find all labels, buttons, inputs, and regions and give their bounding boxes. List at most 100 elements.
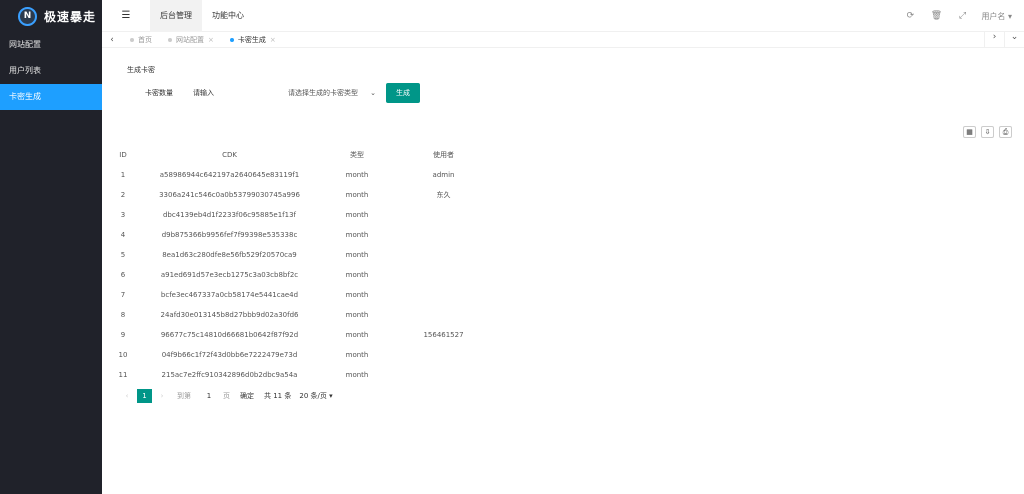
cell-cdk: 24afd30e013145b8d27bbb9d02a30fd6 xyxy=(160,311,299,319)
tab-admin[interactable]: 后台管理 xyxy=(150,0,202,32)
cell-id: 8 xyxy=(120,311,126,319)
chevron-down-icon: ▾ xyxy=(1007,11,1012,21)
cell-cdk: 215ac7e2ffc910342896d0b2dbc9a54a xyxy=(161,371,298,379)
page-tab-label: 网站配置 xyxy=(176,35,204,44)
cell-id: 7 xyxy=(120,291,126,299)
tab-dot xyxy=(130,37,134,42)
pagination: ‹ 1 › 到第 1 页 确定 共 11 条 20 条/页 ▾ xyxy=(120,389,333,403)
table-row[interactable]: 3 dbc4139eb4d1f2233f06c95885e1f13f month xyxy=(114,205,500,225)
type-select-placeholder: 请选择生成的卡密类型 xyxy=(288,89,358,97)
columns-icon[interactable]: ▦ xyxy=(963,126,976,138)
cell-type: month xyxy=(345,351,369,359)
cell-user xyxy=(387,285,500,305)
page-tab-site-config[interactable]: 网站配置 × xyxy=(160,32,222,48)
page-tab-home[interactable]: 首页 xyxy=(122,32,160,48)
sidebar-item-card-generate[interactable]: 卡密生成 xyxy=(0,84,102,110)
refresh-icon[interactable]: ⟳ xyxy=(897,11,923,21)
table-toolbar: ▦ ⇩ ⎙ xyxy=(963,126,1012,138)
goto-page-input[interactable]: 1 xyxy=(199,392,219,400)
logo-text: 极速暴走 xyxy=(44,9,97,24)
cell-type: month xyxy=(345,331,369,339)
sidebar-item-user-list[interactable]: 用户列表 xyxy=(0,58,102,84)
table-row[interactable]: 6 a91ed691d57e3ecb1275c3a03cb8bf2c month xyxy=(114,265,500,285)
table-row[interactable]: 9 96677c75c14810d66681b0642f87f92d month 15… xyxy=(114,325,500,345)
cell-type: month xyxy=(345,171,369,179)
cell-user xyxy=(387,245,500,265)
table-row[interactable]: 5 8ea1d63c280dfe8e56fb529f20570ca9 month xyxy=(114,245,500,265)
cell-cdk: 3306a241c546c0a0b53799030745a996 xyxy=(159,191,300,199)
goto-label: 到第 xyxy=(177,392,191,400)
prev-page-icon[interactable]: ‹ xyxy=(120,392,134,400)
count-input[interactable]: 请输入 xyxy=(193,83,288,103)
table-row[interactable]: 8 24afd30e013145b8d27bbb9d02a30fd6 month xyxy=(114,305,500,325)
cell-user xyxy=(387,345,500,365)
cell-id: 1 xyxy=(120,171,126,179)
table-row[interactable]: 11 215ac7e2ffc910342896d0b2dbc9a54a month xyxy=(114,365,500,385)
chevron-down-icon: ⌄ xyxy=(370,89,376,97)
cell-id: 6 xyxy=(120,271,126,279)
table-row[interactable]: 10 04f9b66c1f72f43d0bb6e7222479e73d month xyxy=(114,345,500,365)
caret-down-icon: ▾ xyxy=(329,392,333,400)
export-icon[interactable]: ⇩ xyxy=(981,126,994,138)
close-icon[interactable]: × xyxy=(270,36,276,44)
col-cdk[interactable]: CDK xyxy=(132,145,327,165)
cell-user: 156461527 xyxy=(423,331,464,339)
print-icon[interactable]: ⎙ xyxy=(999,126,1012,138)
cell-user xyxy=(387,265,500,285)
logo[interactable]: N 极速暴走 xyxy=(0,0,102,32)
page-unit-label: 页 xyxy=(223,392,230,400)
cell-cdk: 04f9b66c1f72f43d0bb6e7222479e73d xyxy=(161,351,298,359)
page-tab-label: 卡密生成 xyxy=(237,35,266,44)
top-header: ☰ 后台管理 功能中心 ⟳ 🗑 ⤢ 用户名 ▾ xyxy=(102,0,1024,32)
fullscreen-icon[interactable]: ⤢ xyxy=(949,11,975,21)
cell-cdk: d9b875366b9956fef7f99398e535338c xyxy=(161,231,298,239)
sidebar-item-site-config[interactable]: 网站配置 xyxy=(0,32,102,58)
cell-type: month xyxy=(345,271,369,279)
cell-id: 9 xyxy=(120,331,126,339)
table-row[interactable]: 2 3306a241c546c0a0b53799030745a996 month 东久 xyxy=(114,185,500,205)
tabs-prev-icon[interactable]: ‹ xyxy=(102,35,122,45)
cell-id: 2 xyxy=(120,191,126,199)
cell-id: 10 xyxy=(118,351,128,359)
cell-cdk: a58986944c642197a2640645e83119f1 xyxy=(159,171,300,179)
page-current[interactable]: 1 xyxy=(137,389,152,403)
trash-icon[interactable]: 🗑 xyxy=(923,11,949,21)
col-type[interactable]: 类型 xyxy=(327,145,387,165)
username: 用户名 xyxy=(981,11,1006,21)
cell-id: 3 xyxy=(120,211,126,219)
main-content: 生成卡密 卡密数量 请输入 请选择生成的卡密类型 ⌄ 生成 ▦ ⇩ ⎙ ID CD… xyxy=(102,48,1024,494)
page-size-label: 20 条/页 xyxy=(299,392,327,400)
table-row[interactable]: 4 d9b875366b9956fef7f99398e535338c month xyxy=(114,225,500,245)
cell-user: 东久 xyxy=(436,191,451,199)
count-label: 卡密数量 xyxy=(145,89,173,97)
page-size-select[interactable]: 20 条/页 ▾ xyxy=(299,391,332,401)
next-page-icon[interactable]: › xyxy=(155,392,169,400)
table-header-row: ID CDK 类型 使用者 xyxy=(114,145,500,165)
tab-features[interactable]: 功能中心 xyxy=(202,0,254,32)
col-id[interactable]: ID xyxy=(114,145,132,165)
cell-cdk: bcfe3ec467337a0cb58174e5441cae4d xyxy=(160,291,299,299)
cell-user xyxy=(387,305,500,325)
cell-type: month xyxy=(345,191,369,199)
type-select[interactable]: 请选择生成的卡密类型 ⌄ xyxy=(288,83,384,103)
table-row[interactable]: 1 a58986944c642197a2640645e83119f1 month ad… xyxy=(114,165,500,185)
col-user[interactable]: 使用者 xyxy=(387,145,500,165)
tab-dot xyxy=(229,37,234,42)
menu-fold-icon[interactable]: ☰ xyxy=(102,0,150,32)
tabs-menu-icon[interactable]: ⌄ xyxy=(1004,32,1024,48)
close-icon[interactable]: × xyxy=(208,36,214,44)
goto-confirm-button[interactable]: 确定 xyxy=(240,391,254,401)
user-menu[interactable]: 用户名 ▾ xyxy=(975,11,1024,22)
page-tab-label: 首页 xyxy=(138,35,152,44)
page-tabs-bar: ‹ 首页 网站配置 × 卡密生成 × › ⌄ xyxy=(102,32,1024,48)
tabs-next-icon[interactable]: › xyxy=(984,32,1004,48)
cell-type: month xyxy=(345,251,369,259)
cdk-table: ID CDK 类型 使用者 1 a58986944c642197a2640645e… xyxy=(114,145,500,385)
generate-button[interactable]: 生成 xyxy=(386,83,420,103)
cell-id: 11 xyxy=(118,371,128,379)
form-title: 生成卡密 xyxy=(127,66,155,74)
cell-cdk: a91ed691d57e3ecb1275c3a03cb8bf2c xyxy=(160,271,299,279)
page-tab-card-generate[interactable]: 卡密生成 × xyxy=(222,32,284,48)
cell-cdk: 96677c75c14810d66681b0642f87f92d xyxy=(160,331,299,339)
table-row[interactable]: 7 bcfe3ec467337a0cb58174e5441cae4d month xyxy=(114,285,500,305)
